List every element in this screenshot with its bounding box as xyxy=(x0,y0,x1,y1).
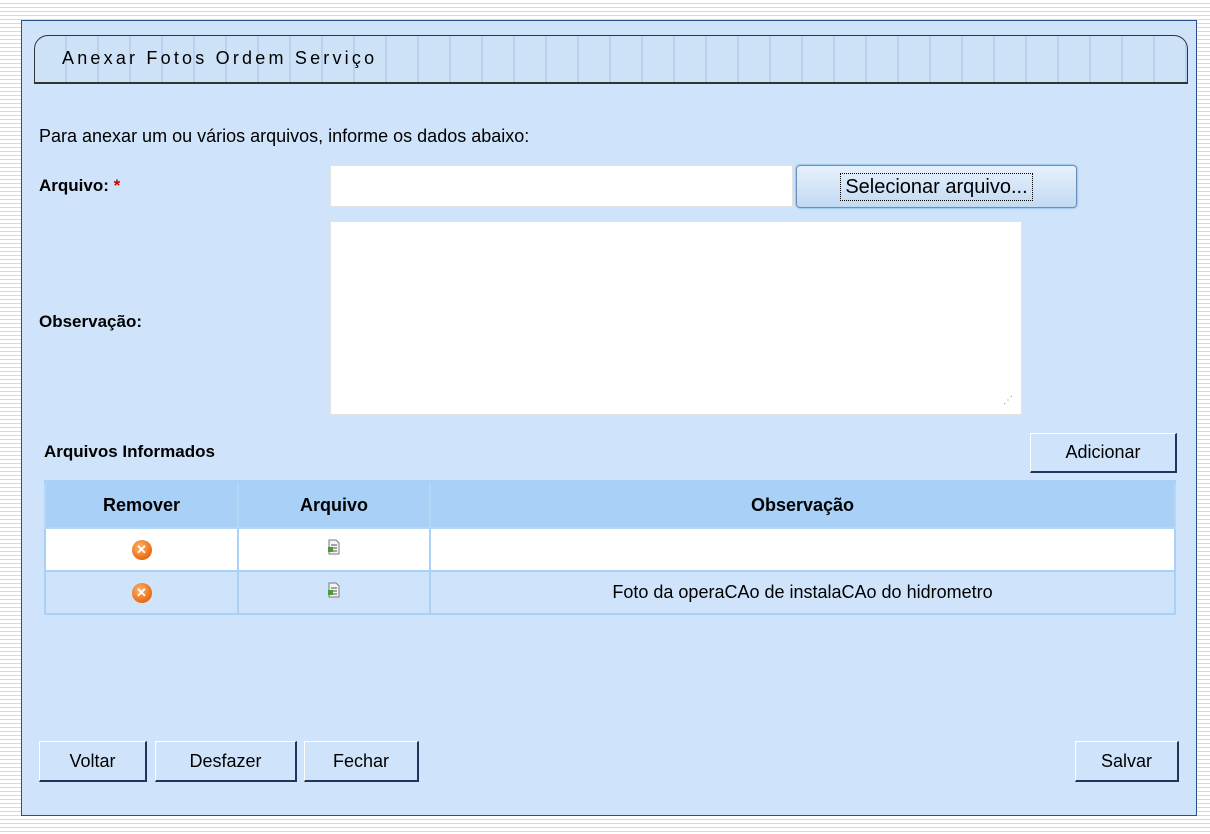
file-label: Arquivo: * xyxy=(39,176,120,196)
remove-circle-icon[interactable]: ✕ xyxy=(131,540,152,561)
file-label-text: Arquivo: xyxy=(39,176,109,195)
add-button[interactable]: Adicionar xyxy=(1030,433,1177,473)
files-section-title: Arquivos Informados xyxy=(44,442,215,461)
observation-cell: Foto da operaCAo de instalaCAo do hidrom… xyxy=(429,570,1176,615)
title-divider xyxy=(34,83,1188,84)
observation-label: Observação: xyxy=(39,312,142,331)
document-icon[interactable] xyxy=(327,582,341,603)
instructions-text: Para anexar um ou vários arquivos, infor… xyxy=(39,126,530,146)
table-header-row: Remover Arquivo Observação xyxy=(44,480,1176,529)
column-header-observation: Observação xyxy=(429,480,1176,529)
file-cell xyxy=(237,527,431,572)
save-button[interactable]: Salvar xyxy=(1075,741,1179,782)
document-icon[interactable] xyxy=(327,539,341,560)
files-table: Remover Arquivo Observação ✕ ✕ Foto da o… xyxy=(44,480,1176,615)
observation-cell xyxy=(429,527,1176,572)
undo-button[interactable]: Desfazer xyxy=(155,741,297,782)
column-header-remove: Remover xyxy=(44,480,239,529)
table-row: ✕ Foto da operaCAo de instalaCAo do hidr… xyxy=(44,570,1176,615)
page-title: Anexar Fotos Ordem Serviço xyxy=(62,48,378,68)
close-button[interactable]: Fechar xyxy=(304,741,419,782)
resize-grip-icon[interactable]: ⋰ xyxy=(1003,396,1013,406)
remove-cell: ✕ xyxy=(44,570,239,615)
column-header-file: Arquivo xyxy=(237,480,431,529)
back-button[interactable]: Voltar xyxy=(39,741,147,782)
observation-textarea[interactable]: ⋰ xyxy=(330,221,1022,415)
table-row: ✕ xyxy=(44,527,1176,572)
file-input[interactable] xyxy=(330,165,793,207)
select-file-button-label: Selecionar arquivo... xyxy=(840,172,1033,201)
title-tab: Anexar Fotos Ordem Serviço xyxy=(34,35,1188,83)
remove-cell: ✕ xyxy=(44,527,239,572)
main-panel: Anexar Fotos Ordem Serviço Para anexar u… xyxy=(21,20,1197,816)
required-marker: * xyxy=(113,176,121,195)
select-file-button[interactable]: Selecionar arquivo... xyxy=(796,165,1077,208)
remove-circle-icon[interactable]: ✕ xyxy=(131,583,152,604)
file-cell xyxy=(237,570,431,615)
